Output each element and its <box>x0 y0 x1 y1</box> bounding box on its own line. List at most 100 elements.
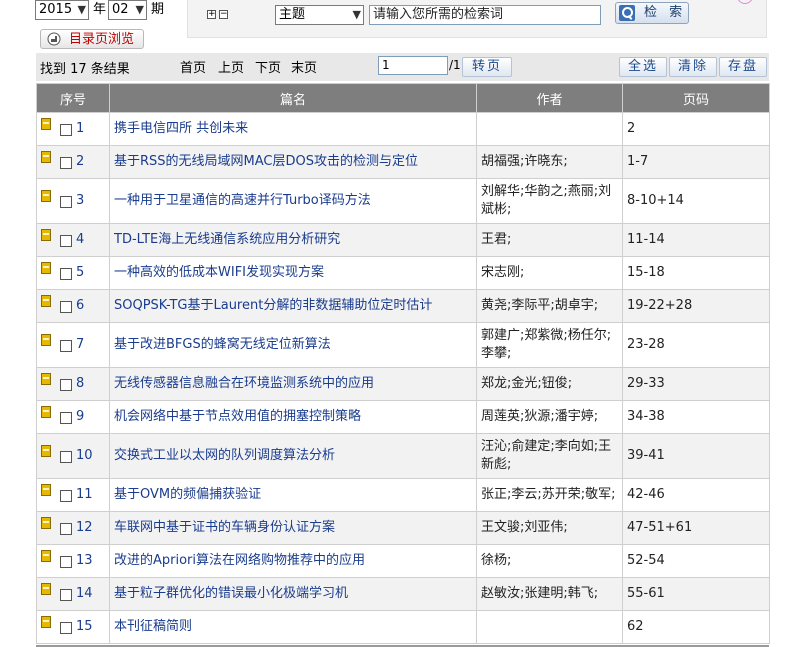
row-checkbox[interactable] <box>60 235 72 248</box>
row-seq-cell: 13 <box>36 544 110 578</box>
row-number: 8 <box>76 375 85 391</box>
search-field-select[interactable]: 主题 ▼ <box>275 5 364 25</box>
last-page-link[interactable]: 末页 <box>291 57 317 76</box>
expand-plus-icon[interactable]: + <box>207 10 216 19</box>
issue-label: 期 <box>151 2 165 17</box>
document-icon[interactable] <box>41 582 51 595</box>
document-icon[interactable] <box>41 228 51 241</box>
year-select-value: 2015 <box>39 2 73 17</box>
document-icon[interactable] <box>41 294 51 307</box>
row-pages-cell: 8-10+14 <box>622 178 770 224</box>
article-title-link[interactable]: 基于改进BFGS的蜂窝无线定位新算法 <box>114 337 331 352</box>
article-title-link[interactable]: 车联网中基于证书的车辆身份认证方案 <box>114 520 335 535</box>
row-seq-cell: 6 <box>36 289 110 323</box>
document-icon[interactable] <box>41 189 51 202</box>
row-checkbox[interactable] <box>60 124 72 137</box>
table-row: 14 基于粒子群优化的错误最小化极端学习机 赵敏汝;张建明;韩飞; 55-61 <box>36 577 770 611</box>
article-title-link[interactable]: 基于粒子群优化的错误最小化极端学习机 <box>114 586 348 601</box>
page-number-input[interactable]: 1 <box>378 56 448 75</box>
document-icon[interactable] <box>41 549 51 562</box>
row-checkbox[interactable] <box>60 340 72 353</box>
document-icon[interactable] <box>41 516 51 529</box>
save-button[interactable]: 存盘 <box>719 57 767 77</box>
catalog-browse-button[interactable]: 目录页浏览 <box>40 29 144 49</box>
row-number: 3 <box>76 192 85 208</box>
search-button-label: 检 索 <box>644 5 687 20</box>
row-checkbox[interactable] <box>60 196 72 209</box>
row-pages-cell: 29-33 <box>622 367 770 401</box>
article-title-link[interactable]: TD-LTE海上无线通信系统应用分析研究 <box>114 232 340 247</box>
search-button[interactable]: 检 索 <box>615 2 689 24</box>
row-checkbox[interactable] <box>60 589 72 602</box>
article-title-link[interactable]: 基于RSS的无线局域网MAC层DOS攻击的检测与定位 <box>114 154 418 169</box>
row-checkbox[interactable] <box>60 379 72 392</box>
row-checkbox[interactable] <box>60 412 72 425</box>
article-title-link[interactable]: 无线传感器信息融合在环境监测系统中的应用 <box>114 376 374 391</box>
row-number: 6 <box>76 297 85 313</box>
document-icon[interactable] <box>41 117 51 130</box>
row-author-cell: 张正;李云;苏开荣;敬军; <box>476 478 623 512</box>
page-total: /1 <box>449 58 461 72</box>
row-title-cell: 改进的Apriori算法在网络购物推荐中的应用 <box>109 544 477 578</box>
row-title-cell: 车联网中基于证书的车辆身份认证方案 <box>109 511 477 545</box>
row-checkbox[interactable] <box>60 556 72 569</box>
collapse-minus-icon[interactable]: − <box>219 10 228 19</box>
year-select[interactable]: 2015 ▼ <box>35 0 89 20</box>
row-pages-cell: 42-46 <box>622 478 770 512</box>
table-row: 8 无线传感器信息融合在环境监测系统中的应用 郑龙;金光;钮俊; 29-33 <box>36 367 770 401</box>
first-page-link[interactable]: 首页 <box>180 57 206 76</box>
issue-select[interactable]: 02 ▼ <box>108 0 147 20</box>
result-count: 找到 17 条结果 <box>40 62 130 77</box>
row-checkbox[interactable] <box>60 268 72 281</box>
document-icon[interactable] <box>41 483 51 496</box>
row-title-cell: 交换式工业以太网的队列调度算法分析 <box>109 433 477 479</box>
row-checkbox[interactable] <box>60 523 72 536</box>
document-icon[interactable] <box>41 615 51 628</box>
row-title-cell: 携手电信四所 共创未来 <box>109 112 477 146</box>
row-seq-cell: 12 <box>36 511 110 545</box>
chevron-down-icon: ▼ <box>135 3 144 16</box>
row-pages-cell: 47-51+61 <box>622 511 770 545</box>
article-title-link[interactable]: 本刊征稿简则 <box>114 619 192 634</box>
article-title-link[interactable]: 机会网络中基于节点效用值的拥塞控制策略 <box>114 409 361 424</box>
row-author-cell <box>476 610 623 644</box>
article-title-link[interactable]: SOQPSK-TG基于Laurent分解的非数据辅助位定时估计 <box>114 298 432 313</box>
prev-page-link[interactable]: 上页 <box>218 57 244 76</box>
document-icon[interactable] <box>41 444 51 457</box>
row-author-cell: 郭建广;郑紫微;杨任尔;李攀; <box>476 322 623 368</box>
document-icon[interactable] <box>41 261 51 274</box>
go-page-button[interactable]: 转页 <box>462 57 512 77</box>
select-all-button[interactable]: 全选 <box>619 57 667 77</box>
article-title-link[interactable]: 基于OVM的频偏捕获验证 <box>114 487 261 502</box>
table-row: 4 TD-LTE海上无线通信系统应用分析研究 王君; 11-14 <box>36 223 770 257</box>
article-title-link[interactable]: 改进的Apriori算法在网络购物推荐中的应用 <box>114 553 365 568</box>
row-checkbox[interactable] <box>60 490 72 503</box>
row-pages-cell: 62 <box>622 610 770 644</box>
search-input[interactable]: 请输入您所需的检索词 <box>369 5 601 25</box>
document-icon[interactable] <box>41 372 51 385</box>
document-icon[interactable] <box>41 150 51 163</box>
article-title-link[interactable]: 携手电信四所 共创未来 <box>114 121 248 136</box>
row-checkbox[interactable] <box>60 622 72 635</box>
row-author-cell: 黄尧;李际平;胡卓宇; <box>476 289 623 323</box>
document-icon[interactable] <box>41 405 51 418</box>
document-icon[interactable] <box>41 333 51 346</box>
clear-button[interactable]: 清除 <box>669 57 717 77</box>
row-number: 1 <box>76 120 85 136</box>
row-checkbox[interactable] <box>60 157 72 170</box>
year-label: 年 <box>93 2 107 17</box>
table-body: 1 携手电信四所 共创未来 2 2 基于RSS的无线局域网MAC层DOS攻击的检测与定位… <box>36 112 770 644</box>
row-number: 11 <box>76 486 93 502</box>
next-page-link[interactable]: 下页 <box>255 57 281 76</box>
row-number: 12 <box>76 519 93 535</box>
row-seq-cell: 3 <box>36 178 110 224</box>
row-checkbox[interactable] <box>60 301 72 314</box>
row-seq-cell: 4 <box>36 223 110 257</box>
article-title-link[interactable]: 一种高效的低成本WIFI发现实现方案 <box>114 265 324 280</box>
article-title-link[interactable]: 交换式工业以太网的队列调度算法分析 <box>114 448 335 463</box>
article-title-link[interactable]: 一种用于卫星通信的高速并行Turbo译码方法 <box>114 193 371 208</box>
row-seq-cell: 1 <box>36 112 110 146</box>
table-row: 12 车联网中基于证书的车辆身份认证方案 王文骏;刘亚伟; 47-51+61 <box>36 511 770 545</box>
row-number: 10 <box>76 447 93 463</box>
row-checkbox[interactable] <box>60 451 72 464</box>
